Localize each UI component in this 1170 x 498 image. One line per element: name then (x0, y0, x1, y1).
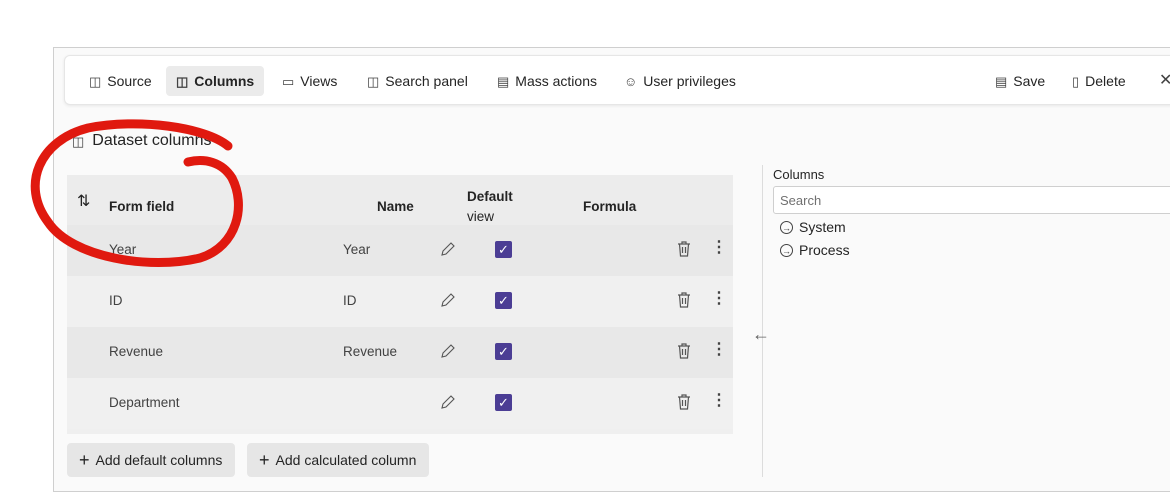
columns-icon: ◫ (176, 73, 189, 89)
table-row[interactable]: Revenue Revenue ✓ ⋮ (67, 327, 733, 378)
search-input[interactable] (773, 186, 1170, 214)
cell-name: Year (343, 242, 371, 257)
user-icon: ☺ (624, 73, 638, 89)
tab-views-label: Views (300, 73, 338, 89)
cell-form-field: Year (109, 242, 137, 257)
add-calculated-column-label: Add calculated column (275, 452, 417, 468)
close-button[interactable]: ✕ (1149, 66, 1170, 96)
sort-icon[interactable]: ⇅ (77, 191, 90, 211)
more-icon[interactable]: ⋮ (711, 288, 727, 308)
default-view-checkbox[interactable]: ✓ (495, 241, 512, 258)
default-view-checkbox[interactable]: ✓ (495, 394, 512, 411)
search-panel-icon: ◫ (367, 73, 380, 89)
columns-label: Columns (773, 167, 825, 182)
table-row[interactable]: ID ID ✓ ⋮ (67, 276, 733, 327)
tab-user-privileges-label: User privileges (643, 73, 736, 89)
header-name[interactable]: Name (377, 199, 414, 214)
trash-icon[interactable] (676, 342, 692, 360)
table-row[interactable]: Department ✓ ⋮ (67, 378, 733, 429)
default-view-checkbox[interactable]: ✓ (495, 292, 512, 309)
toolbar: ◫ Source ◫ Columns ▭ Views ◫ Search pane… (64, 55, 1170, 105)
tab-mass-actions-label: Mass actions (515, 73, 597, 89)
tab-user-privileges[interactable]: ☺ User privileges (614, 66, 746, 96)
header-default-view[interactable]: Default (467, 189, 513, 204)
section-title-text: Dataset columns (92, 132, 212, 149)
tree-item-process[interactable]: → Process (780, 242, 850, 258)
edit-icon[interactable] (438, 341, 458, 361)
tab-search-panel[interactable]: ◫ Search panel (357, 66, 478, 96)
add-calculated-column-button[interactable]: + Add calculated column (247, 443, 429, 477)
more-icon[interactable]: ⋮ (711, 339, 727, 359)
columns-table: ⇅ Form field Name Default view Formula Y… (67, 175, 733, 434)
edit-icon[interactable] (438, 392, 458, 412)
edit-icon[interactable] (438, 290, 458, 310)
edit-icon[interactable] (438, 239, 458, 259)
plus-icon: + (79, 450, 90, 470)
add-default-columns-button[interactable]: + Add default columns (67, 443, 235, 477)
cell-name: Revenue (343, 344, 398, 359)
cell-form-field: ID (109, 293, 123, 308)
save-label: Save (1013, 73, 1046, 89)
tree-item-label: System (799, 219, 846, 235)
table-header: ⇅ Form field Name Default view Formula (67, 175, 733, 225)
plus-icon: + (259, 450, 270, 470)
more-icon[interactable]: ⋮ (711, 390, 727, 410)
tree-item-label: Process (799, 242, 850, 258)
trash-icon[interactable] (676, 393, 692, 411)
arrow-left-icon[interactable]: ← (752, 324, 770, 345)
save-button[interactable]: ▤ Save (985, 66, 1055, 96)
save-icon: ▤ (995, 73, 1008, 89)
table-row[interactable]: Year Year ✓ ⋮ (67, 225, 733, 276)
header-form-field[interactable]: Form field (109, 199, 174, 214)
trash-icon[interactable] (676, 291, 692, 309)
more-icon[interactable]: ⋮ (711, 237, 727, 257)
mass-actions-icon: ▤ (497, 73, 510, 89)
add-default-columns-label: Add default columns (95, 452, 223, 468)
columns-icon: ◫ (72, 133, 85, 149)
cell-name: ID (343, 293, 357, 308)
tab-columns-label: Columns (194, 73, 255, 89)
header-default-view-line2: view (467, 209, 495, 224)
default-view-checkbox[interactable]: ✓ (495, 343, 512, 360)
tab-columns[interactable]: ◫ Columns (166, 66, 265, 96)
delete-button[interactable]: ▯ Delete (1062, 66, 1136, 96)
cell-form-field: Department (109, 395, 180, 410)
section-title: ◫ Dataset columns (72, 132, 211, 150)
close-icon: ✕ (1159, 72, 1170, 89)
database-icon: ◫ (89, 73, 102, 89)
trash-icon: ▯ (1072, 73, 1080, 89)
tree-item-system[interactable]: → System (780, 219, 846, 235)
tab-source-label: Source (107, 73, 152, 89)
panel-divider (762, 165, 763, 477)
expand-arrow-icon: → (780, 220, 793, 234)
expand-arrow-icon: → (780, 243, 793, 257)
tab-mass-actions[interactable]: ▤ Mass actions (487, 66, 607, 96)
delete-label: Delete (1085, 73, 1126, 89)
header-formula[interactable]: Formula (583, 199, 636, 214)
cell-form-field: Revenue (109, 344, 164, 359)
views-icon: ▭ (282, 73, 295, 89)
tab-source[interactable]: ◫ Source (79, 66, 162, 96)
trash-icon[interactable] (676, 240, 692, 258)
tab-views[interactable]: ▭ Views (272, 66, 347, 96)
tab-search-panel-label: Search panel (385, 73, 468, 89)
